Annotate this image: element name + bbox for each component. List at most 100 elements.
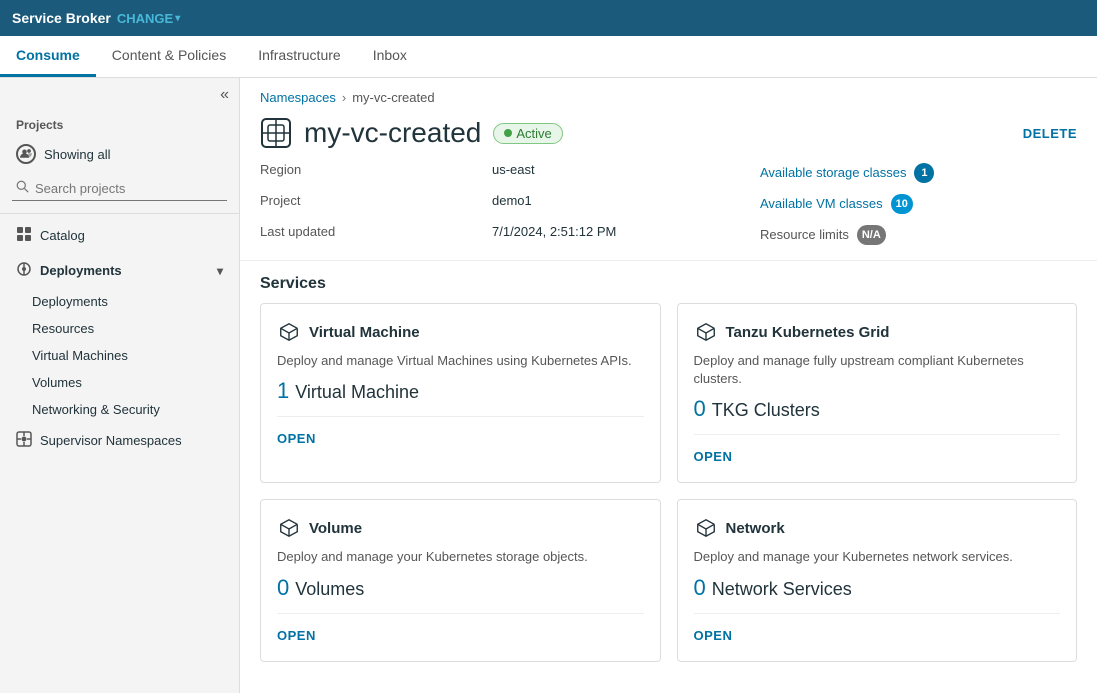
breadcrumb: Namespaces › my-vc-created <box>240 78 1097 113</box>
vm-icon <box>277 320 301 344</box>
service-card-vm: Virtual Machine Deploy and manage Virtua… <box>260 303 661 483</box>
supervisor-namespaces-icon <box>16 431 32 450</box>
volume-open-button[interactable]: OPEN <box>277 626 644 645</box>
service-card-volume: Volume Deploy and manage your Kubernetes… <box>260 499 661 661</box>
last-updated-label: Last updated <box>260 221 480 248</box>
page-title: my-vc-created <box>304 117 481 149</box>
page-header: my-vc-created Active DELETE <box>240 113 1097 159</box>
search-icon <box>16 180 29 196</box>
services-title: Services <box>240 261 1097 303</box>
breadcrumb-current: my-vc-created <box>352 90 434 105</box>
tkg-card-header: Tanzu Kubernetes Grid <box>694 320 1061 344</box>
change-label: CHANGE <box>117 11 173 26</box>
network-title: Network <box>726 520 785 537</box>
change-button[interactable]: CHANGE ▾ <box>117 11 180 26</box>
resource-limits-row: Resource limits N/A <box>740 221 1077 248</box>
vm-title: Virtual Machine <box>309 324 420 341</box>
volume-count-num: 0 <box>277 575 289 601</box>
volume-icon <box>277 516 301 540</box>
namespace-icon <box>260 117 292 149</box>
catalog-label: Catalog <box>40 228 85 243</box>
status-badge: Active <box>493 123 562 144</box>
delete-button[interactable]: DELETE <box>1023 126 1077 141</box>
network-card-header: Network <box>694 516 1061 540</box>
vm-open-button[interactable]: OPEN <box>277 429 644 448</box>
brand-name: Service Broker <box>12 10 111 26</box>
vm-count-label: Virtual Machine <box>295 382 419 403</box>
search-projects-container <box>12 176 227 201</box>
vm-card-header: Virtual Machine <box>277 320 644 344</box>
project-value: demo1 <box>480 190 740 217</box>
storage-classes-row: Available storage classes 1 <box>740 159 1077 186</box>
network-open-button[interactable]: OPEN <box>694 626 1061 645</box>
vm-count-num: 1 <box>277 378 289 404</box>
tab-content-policies[interactable]: Content & Policies <box>96 36 242 77</box>
tab-infrastructure[interactable]: Infrastructure <box>242 36 356 77</box>
top-nav: Service Broker CHANGE ▾ <box>0 0 1097 36</box>
vm-classes-link[interactable]: Available VM classes <box>760 193 883 214</box>
tkg-card-divider <box>694 434 1061 435</box>
sidebar-subitem-networking-security[interactable]: Networking & Security <box>0 396 239 423</box>
tkg-count-num: 0 <box>694 396 706 422</box>
info-grid: Region us-east Available storage classes… <box>240 159 1097 261</box>
sidebar-subitem-volumes[interactable]: Volumes <box>0 369 239 396</box>
network-card-divider <box>694 613 1061 614</box>
service-card-network: Network Deploy and manage your Kubernete… <box>677 499 1078 661</box>
vm-classes-row: Available VM classes 10 <box>740 190 1077 217</box>
network-count: 0 Network Services <box>694 575 1061 601</box>
tkg-icon <box>694 320 718 344</box>
projects-label: Projects <box>0 112 239 136</box>
vm-desc: Deploy and manage Virtual Machines using… <box>277 352 644 370</box>
storage-classes-link[interactable]: Available storage classes <box>760 162 906 183</box>
tkg-title: Tanzu Kubernetes Grid <box>726 324 890 341</box>
collapse-button[interactable]: « <box>220 86 229 104</box>
sidebar-collapse[interactable]: « <box>0 78 239 112</box>
volume-count-label: Volumes <box>295 579 364 600</box>
network-icon <box>694 516 718 540</box>
tkg-count-label: TKG Clusters <box>712 400 820 421</box>
catalog-icon <box>16 226 32 245</box>
tkg-open-button[interactable]: OPEN <box>694 447 1061 466</box>
tkg-count: 0 TKG Clusters <box>694 396 1061 422</box>
volume-count: 0 Volumes <box>277 575 644 601</box>
resource-limits-label: Resource limits <box>760 224 849 245</box>
sidebar-item-deployments[interactable]: Deployments ▾ <box>0 253 239 288</box>
region-label: Region <box>260 159 480 186</box>
volume-title: Volume <box>309 520 362 537</box>
breadcrumb-separator: › <box>342 90 346 105</box>
services-grid: Virtual Machine Deploy and manage Virtua… <box>240 303 1097 678</box>
last-updated-value: 7/1/2024, 2:51:12 PM <box>480 221 740 248</box>
sidebar-subitem-deployments[interactable]: Deployments <box>0 288 239 315</box>
volume-card-header: Volume <box>277 516 644 540</box>
storage-classes-badge: 1 <box>914 163 934 183</box>
sidebar-showing-all: Showing all <box>0 136 239 172</box>
volume-desc: Deploy and manage your Kubernetes storag… <box>277 548 644 566</box>
breadcrumb-parent[interactable]: Namespaces <box>260 90 336 105</box>
chevron-down-icon: ▾ <box>175 13 180 24</box>
sidebar-item-supervisor-namespaces[interactable]: Supervisor Namespaces <box>0 423 239 458</box>
tab-inbox[interactable]: Inbox <box>357 36 423 77</box>
supervisor-namespaces-label: Supervisor Namespaces <box>40 433 182 448</box>
project-label: Project <box>260 190 480 217</box>
deployments-icon <box>16 261 32 280</box>
deployments-expand-icon: ▾ <box>217 264 223 278</box>
main-content: Namespaces › my-vc-created my-vc-created… <box>240 78 1097 693</box>
tkg-desc: Deploy and manage fully upstream complia… <box>694 352 1061 388</box>
tab-consume[interactable]: Consume <box>0 36 96 77</box>
sidebar-item-catalog[interactable]: Catalog <box>0 218 239 253</box>
status-dot <box>504 129 512 137</box>
sidebar-subitem-virtual-machines[interactable]: Virtual Machines <box>0 342 239 369</box>
showing-all-label: Showing all <box>44 147 111 162</box>
main-layout: « Projects Showing all <box>0 78 1097 693</box>
user-group-icon <box>16 144 36 164</box>
status-label: Active <box>516 126 551 141</box>
sidebar-subitem-resources[interactable]: Resources <box>0 315 239 342</box>
network-count-num: 0 <box>694 575 706 601</box>
volume-card-divider <box>277 613 644 614</box>
resource-limits-badge: N/A <box>857 225 886 245</box>
network-count-label: Network Services <box>712 579 852 600</box>
sidebar-divider-1 <box>0 213 239 214</box>
search-projects-input[interactable] <box>35 181 223 196</box>
sidebar: « Projects Showing all <box>0 78 240 693</box>
vm-classes-badge: 10 <box>891 194 913 214</box>
